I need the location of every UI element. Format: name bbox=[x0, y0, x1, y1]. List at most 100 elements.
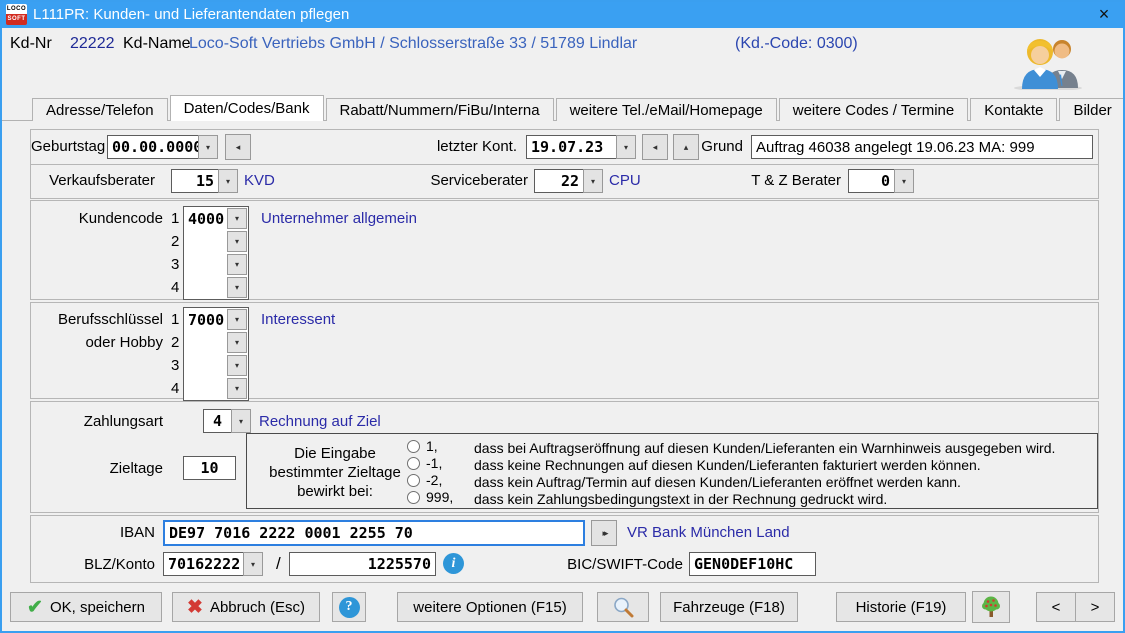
title-bar: LOCO SOFT L111PR: Kunden- und Lieferante… bbox=[0, 0, 1125, 28]
letzter-kontakt-back-icon[interactable]: ◂ bbox=[642, 134, 668, 160]
tab-bilder[interactable]: Bilder bbox=[1059, 98, 1125, 121]
verkaufsberater-input[interactable]: 15 bbox=[171, 169, 219, 193]
ok-save-button[interactable]: ✔ OK, speichern bbox=[10, 592, 162, 622]
tree-button[interactable] bbox=[972, 591, 1010, 623]
history-button[interactable]: Historie (F19) bbox=[836, 592, 966, 622]
zieltage-option-1[interactable]: 1, bbox=[407, 438, 438, 454]
bic-input[interactable]: GEN0DEF10HC bbox=[689, 552, 816, 576]
beruf-combo-group: 7000 ▾ ▾ ▾ ▾ bbox=[183, 307, 249, 401]
kundencode-row: ▾ bbox=[184, 276, 248, 299]
kundencode-combo-group: 4000 ▾ ▾ ▾ ▾ bbox=[183, 206, 249, 300]
beruf-input-1[interactable]: 7000 bbox=[184, 311, 227, 329]
serviceberater-input[interactable]: 22 bbox=[534, 169, 584, 193]
beruf-label-line2: oder Hobby bbox=[31, 334, 163, 351]
kundencode-row-number: 4 bbox=[171, 279, 179, 296]
serviceberater-label: Serviceberater bbox=[361, 172, 528, 189]
cancel-button[interactable]: ✖ Abbruch (Esc) bbox=[172, 592, 320, 622]
blz-input[interactable]: 70162222 bbox=[163, 552, 244, 576]
tab-bar: Adresse/Telefon Daten/Codes/Bank Rabatt/… bbox=[32, 96, 1125, 121]
kdcode-value: (Kd.-Code: 0300) bbox=[735, 35, 858, 53]
geburtstag-dropdown-icon[interactable]: ▾ bbox=[198, 135, 218, 159]
grund-input[interactable]: Auftrag 46038 angelegt 19.06.23 MA: 999 bbox=[751, 135, 1093, 159]
customer-persons-icon bbox=[1010, 34, 1086, 90]
section-geburtstag-kontakt: Geburtstag 00.00.0000 ▾ ◂ letzter Kont. … bbox=[30, 129, 1099, 165]
more-options-button[interactable]: weitere Optionen (F15) bbox=[397, 592, 583, 622]
zieltage-option-text-1: dass bei Auftragseröffnung auf diesen Ku… bbox=[474, 440, 1055, 456]
radio-icon[interactable] bbox=[407, 457, 420, 470]
kdnr-value: 22222 bbox=[70, 35, 115, 53]
tab-daten-codes-bank[interactable]: Daten/Codes/Bank bbox=[170, 95, 324, 121]
radio-icon[interactable] bbox=[407, 440, 420, 453]
konto-input[interactable]: 1225570 bbox=[289, 552, 436, 576]
zieltage-option-999[interactable]: 999, bbox=[407, 489, 453, 505]
tz-berater-input[interactable]: 0 bbox=[848, 169, 895, 193]
blz-dropdown-icon[interactable]: ▾ bbox=[243, 552, 263, 576]
kundencode-row-number: 3 bbox=[171, 256, 179, 273]
geburtstag-label: Geburtstag bbox=[31, 138, 103, 155]
kundencode-dropdown-icon-2[interactable]: ▾ bbox=[227, 231, 247, 252]
beruf-dropdown-icon-2[interactable]: ▾ bbox=[227, 332, 247, 353]
iban-label: IBAN bbox=[31, 524, 155, 541]
section-zahlung: Zahlungsart 4 ▾ Rechnung auf Ziel Zielta… bbox=[30, 401, 1099, 513]
zieltage-option-minus2[interactable]: -2, bbox=[407, 472, 442, 488]
beruf-dropdown-icon-3[interactable]: ▾ bbox=[227, 355, 247, 376]
previous-button[interactable]: < bbox=[1036, 592, 1076, 622]
serviceberater-desc: CPU bbox=[609, 172, 641, 189]
zieltage-option-minus1[interactable]: -1, bbox=[407, 455, 442, 471]
verkaufsberater-label: Verkaufsberater bbox=[31, 172, 155, 189]
zieltage-input[interactable]: 10 bbox=[183, 456, 236, 480]
iban-input[interactable]: DE97 7016 2222 0001 2255 70 bbox=[163, 520, 585, 546]
tz-berater-dropdown-icon[interactable]: ▾ bbox=[894, 169, 914, 193]
cross-icon: ✖ bbox=[187, 596, 203, 619]
search-button[interactable] bbox=[597, 592, 649, 622]
vehicles-button[interactable]: Fahrzeuge (F18) bbox=[660, 592, 798, 622]
app-window: LOCO SOFT L111PR: Kunden- und Lieferante… bbox=[0, 0, 1125, 633]
next-button[interactable]: > bbox=[1075, 592, 1115, 622]
section-kundencode: Kundencode 1 2 3 4 4000 ▾ ▾ ▾ ▾ Unterneh… bbox=[30, 200, 1099, 300]
window-title: L111PR: Kunden- und Lieferantendaten pfl… bbox=[33, 6, 349, 23]
help-button[interactable]: ? bbox=[332, 592, 366, 622]
letzter-kontakt-dropdown-icon[interactable]: ▾ bbox=[616, 135, 636, 159]
tab-weitere-tel-email-homepage[interactable]: weitere Tel./eMail/Homepage bbox=[556, 98, 777, 121]
tz-berater-label: T & Z Berater bbox=[711, 172, 841, 189]
letzter-kontakt-input[interactable]: 19.07.23 bbox=[526, 135, 617, 159]
tab-kontakte[interactable]: Kontakte bbox=[970, 98, 1057, 121]
tab-weitere-codes-termine[interactable]: weitere Codes / Termine bbox=[779, 98, 968, 121]
geburtstag-back-icon[interactable]: ◂ bbox=[225, 134, 251, 160]
radio-icon[interactable] bbox=[407, 491, 420, 504]
beruf-row: ▾ bbox=[184, 354, 248, 377]
zahlungsart-dropdown-icon[interactable]: ▾ bbox=[231, 409, 251, 433]
section-bank: IBAN DE97 7016 2222 0001 2255 70 ▸▸ VR B… bbox=[30, 515, 1099, 583]
iban-forward-icon[interactable]: ▸▸ bbox=[591, 520, 617, 546]
radio-icon[interactable] bbox=[407, 474, 420, 487]
loco-soft-logo-icon: LOCO SOFT bbox=[6, 4, 27, 25]
beruf-label-line1: Berufsschlüssel bbox=[31, 311, 163, 328]
zahlungsart-desc: Rechnung auf Ziel bbox=[259, 413, 381, 430]
beruf-dropdown-icon-4[interactable]: ▾ bbox=[227, 378, 247, 399]
beruf-dropdown-icon-1[interactable]: ▾ bbox=[227, 309, 247, 330]
geburtstag-input[interactable]: 00.00.0000 bbox=[107, 135, 199, 159]
close-icon[interactable]: × bbox=[1089, 4, 1119, 25]
kundencode-dropdown-icon-3[interactable]: ▾ bbox=[227, 254, 247, 275]
serviceberater-dropdown-icon[interactable]: ▾ bbox=[583, 169, 603, 193]
tree-icon bbox=[979, 595, 1003, 619]
kundencode-row-number: 2 bbox=[171, 233, 179, 250]
kundencode-dropdown-icon-1[interactable]: ▾ bbox=[227, 208, 247, 229]
blz-konto-separator: / bbox=[276, 554, 281, 574]
zieltage-info-label: Die Eingabe bestimmter Zieltage bewirkt … bbox=[255, 444, 415, 501]
check-icon: ✔ bbox=[27, 596, 43, 619]
tab-adresse-telefon[interactable]: Adresse/Telefon bbox=[32, 98, 168, 121]
beruf-row: ▾ bbox=[184, 331, 248, 354]
tab-rabatt-nummern-fibu-interna[interactable]: Rabatt/Nummern/FiBu/Interna bbox=[326, 98, 554, 121]
konto-info-icon[interactable]: i bbox=[443, 553, 464, 574]
beruf-row-number: 1 bbox=[171, 311, 179, 328]
verkaufsberater-dropdown-icon[interactable]: ▾ bbox=[218, 169, 238, 193]
beruf-row-number: 2 bbox=[171, 334, 179, 351]
kundencode-dropdown-icon-4[interactable]: ▾ bbox=[227, 277, 247, 298]
section-berater: Verkaufsberater 15 ▾ KVD Serviceberater … bbox=[30, 164, 1099, 199]
kundencode-input-1[interactable]: 4000 bbox=[184, 210, 227, 228]
verkaufsberater-desc: KVD bbox=[244, 172, 275, 189]
zahlungsart-input[interactable]: 4 bbox=[203, 409, 232, 433]
magnifier-icon bbox=[612, 596, 634, 618]
kundencode-row-number: 1 bbox=[171, 210, 179, 227]
